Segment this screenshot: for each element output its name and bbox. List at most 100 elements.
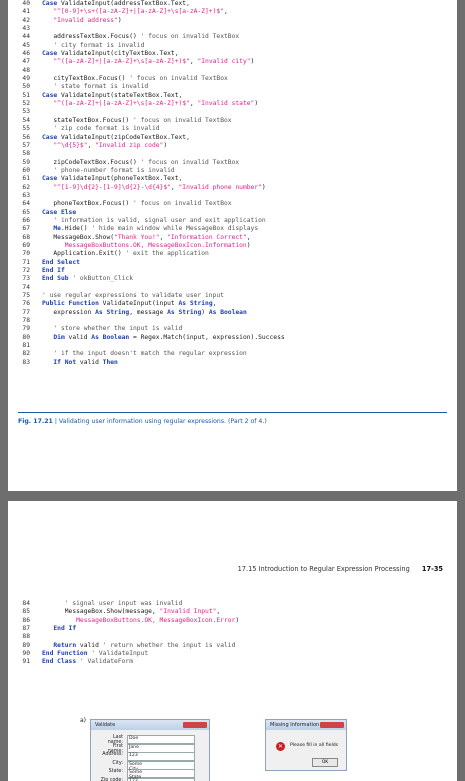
line-number: 63 (22, 191, 30, 199)
line-number: 75 (22, 292, 30, 300)
line-number: 44 (22, 33, 30, 41)
code-text: "^\d{5}$", "Invalid zip code") (53, 141, 168, 149)
code-line: 41 "^[0-9]+\s+([a-zA-Z]+|[a-zA-Z]+\s[a-z… (8, 8, 457, 16)
line-number: 80 (22, 333, 30, 341)
line-number: 62 (22, 183, 30, 191)
code-line: 81 (8, 342, 457, 350)
validate-window[interactable]: Validate Last name: Doe First name: Jane Add… (90, 719, 210, 781)
code-text: Case ValidateInput(addressTextBox.Text, (42, 0, 190, 7)
code-line: 59 zipCodeTextBox.Focus() ' focus on inv… (8, 159, 457, 167)
code-text: Me.Hide() ' hide main window while Messa… (53, 225, 259, 233)
code-line: 49 cityTextBox.Focus() ' focus on invali… (8, 75, 457, 83)
code-line: 85 MessageBox.Show(message, "Invalid Inp… (8, 608, 457, 616)
code-text: Case ValidateInput(cityTextBox.Text, (42, 50, 179, 58)
code-text: stateTextBox.Focus() ' focus on invalid … (42, 116, 232, 124)
code-text: ' signal user input was invalid (64, 600, 183, 607)
page-number: 17-35 (421, 565, 443, 573)
code-line: 63 (8, 192, 457, 200)
line-number: 90 (22, 650, 30, 658)
code-text: MessageBox.Show(message, "Invalid Input"… (42, 608, 221, 616)
panel-label: a) (80, 717, 87, 724)
figure-caption: Fig. 17.21 | Validating user information… (18, 418, 267, 425)
line-number: 41 (22, 8, 30, 16)
code-line: 71 End Select (8, 259, 457, 267)
code-text: Return valid ' return whether the input … (53, 641, 236, 649)
code-text: Application.Exit() ' exit the applicatio… (42, 250, 209, 258)
code-line: 52 "^([a-zA-Z]+|[a-zA-Z]+\s[a-zA-Z]+)$",… (8, 100, 457, 108)
line-number: 85 (22, 608, 30, 616)
code-text: ' state format is invalid (53, 83, 149, 91)
code-line: 89 Return valid ' return whether the inp… (8, 642, 457, 650)
code-text: Case ValidateInput(phoneTextBox.Text, (42, 175, 183, 183)
code-line: 61 Case ValidateInput(phoneTextBox.Text, (8, 175, 457, 183)
close-button[interactable] (320, 722, 344, 728)
code-line: 65 Case Else (8, 209, 457, 217)
book-page-1: 40 Case ValidateInput(addressTextBox.Text… (8, 0, 457, 491)
line-number: 71 (22, 258, 30, 266)
code-text: "^[1-9]\d{2}-[1-9]\d{2}-\d{4}$", "Invali… (53, 183, 266, 191)
line-number: 78 (22, 317, 30, 325)
code-line: 68 MessageBox.Show("Thank You!", "Inform… (8, 234, 457, 242)
line-number: 43 (22, 25, 30, 33)
code-text: MessageBoxButtons.OK, MessageBoxIcon.Inf… (64, 241, 251, 249)
line-number: 88 (22, 633, 30, 641)
line-number: 47 (22, 58, 30, 66)
line-number: 57 (22, 141, 30, 149)
line-number: 69 (22, 241, 30, 249)
code-text: End Select (42, 258, 80, 266)
code-listing-part-b: 84 ' signal user input was invalid 85 Mes… (8, 600, 457, 667)
line-number: 86 (22, 616, 30, 624)
window-controls[interactable] (183, 722, 207, 728)
message-box-window[interactable]: Missing Information ✕ Please fill in all… (265, 719, 347, 771)
message-box-title-bar[interactable]: Missing Information (266, 720, 346, 730)
error-icon: ✕ (276, 742, 285, 751)
code-line: 48 (8, 67, 457, 75)
line-number: 45 (22, 41, 30, 49)
code-text: cityTextBox.Focus() ' focus on invalid T… (42, 75, 228, 83)
line-number: 48 (22, 66, 30, 74)
code-text: "^([a-zA-Z]+|[a-zA-Z]+\s[a-zA-Z]+)$", "I… (53, 100, 259, 108)
code-text: addressTextBox.Focus() ' focus on invali… (42, 33, 240, 41)
code-line: 73 End Sub ' okButton_Click (8, 275, 457, 283)
code-text: ' phone-number format is invalid (53, 166, 175, 174)
code-text: ' if the input doesn't match the regular… (53, 350, 247, 358)
code-line: 60 ' phone-number format is invalid (8, 167, 457, 175)
line-number: 82 (22, 350, 30, 358)
code-line: 77 expression As String, message As Stri… (8, 309, 457, 317)
code-line: 47 "^([a-zA-Z]+|[a-zA-Z]+\s[a-zA-Z]+)$",… (8, 58, 457, 66)
code-line: 58 (8, 150, 457, 158)
validate-title-bar[interactable]: Validate (91, 720, 209, 730)
line-number: 51 (22, 91, 30, 99)
book-page-2: 17.15 Introduction to Regular Expression… (8, 501, 457, 781)
code-line: 79 ' store whether the input is valid (8, 325, 457, 333)
code-line: 44 addressTextBox.Focus() ' focus on inv… (8, 33, 457, 41)
code-text: ' zip code format is invalid (53, 125, 160, 133)
code-text: Public Function ValidateInput(input As S… (42, 300, 217, 308)
line-number: 58 (22, 150, 30, 158)
code-line: 45 ' city format is invalid (8, 42, 457, 50)
line-number: 84 (22, 600, 30, 607)
line-number: 74 (22, 283, 30, 291)
line-number: 81 (22, 342, 30, 350)
code-text: If Not valid Then (53, 358, 118, 366)
code-line: 84 ' signal user input was invalid (8, 600, 457, 608)
code-line: 69 MessageBoxButtons.OK, MessageBoxIcon.… (8, 242, 457, 250)
line-number: 42 (22, 16, 30, 24)
line-number: 89 (22, 641, 30, 649)
code-line: 82 ' if the input doesn't match the regu… (8, 350, 457, 358)
code-line: 91 End Class ' ValidateForm (8, 658, 457, 666)
code-text: "Invalid address") (53, 16, 122, 24)
validate-window-title: Validate (95, 722, 116, 728)
code-line: 66 ' information is valid, signal user a… (8, 217, 457, 225)
line-number: 49 (22, 75, 30, 83)
code-text: MessageBox.Show("Thank You!", "Informati… (42, 233, 251, 241)
message-box-title: Missing Information (270, 722, 320, 728)
line-number: 40 (22, 0, 30, 7)
code-line: 53 (8, 108, 457, 116)
code-line: 90 End Function ' ValidateInput (8, 650, 457, 658)
code-line: 40 Case ValidateInput(addressTextBox.Text… (8, 0, 457, 8)
line-number: 66 (22, 216, 30, 224)
code-text: ' store whether the input is valid (53, 325, 183, 333)
line-number: 50 (22, 83, 30, 91)
ok-button[interactable]: OK (312, 758, 338, 767)
